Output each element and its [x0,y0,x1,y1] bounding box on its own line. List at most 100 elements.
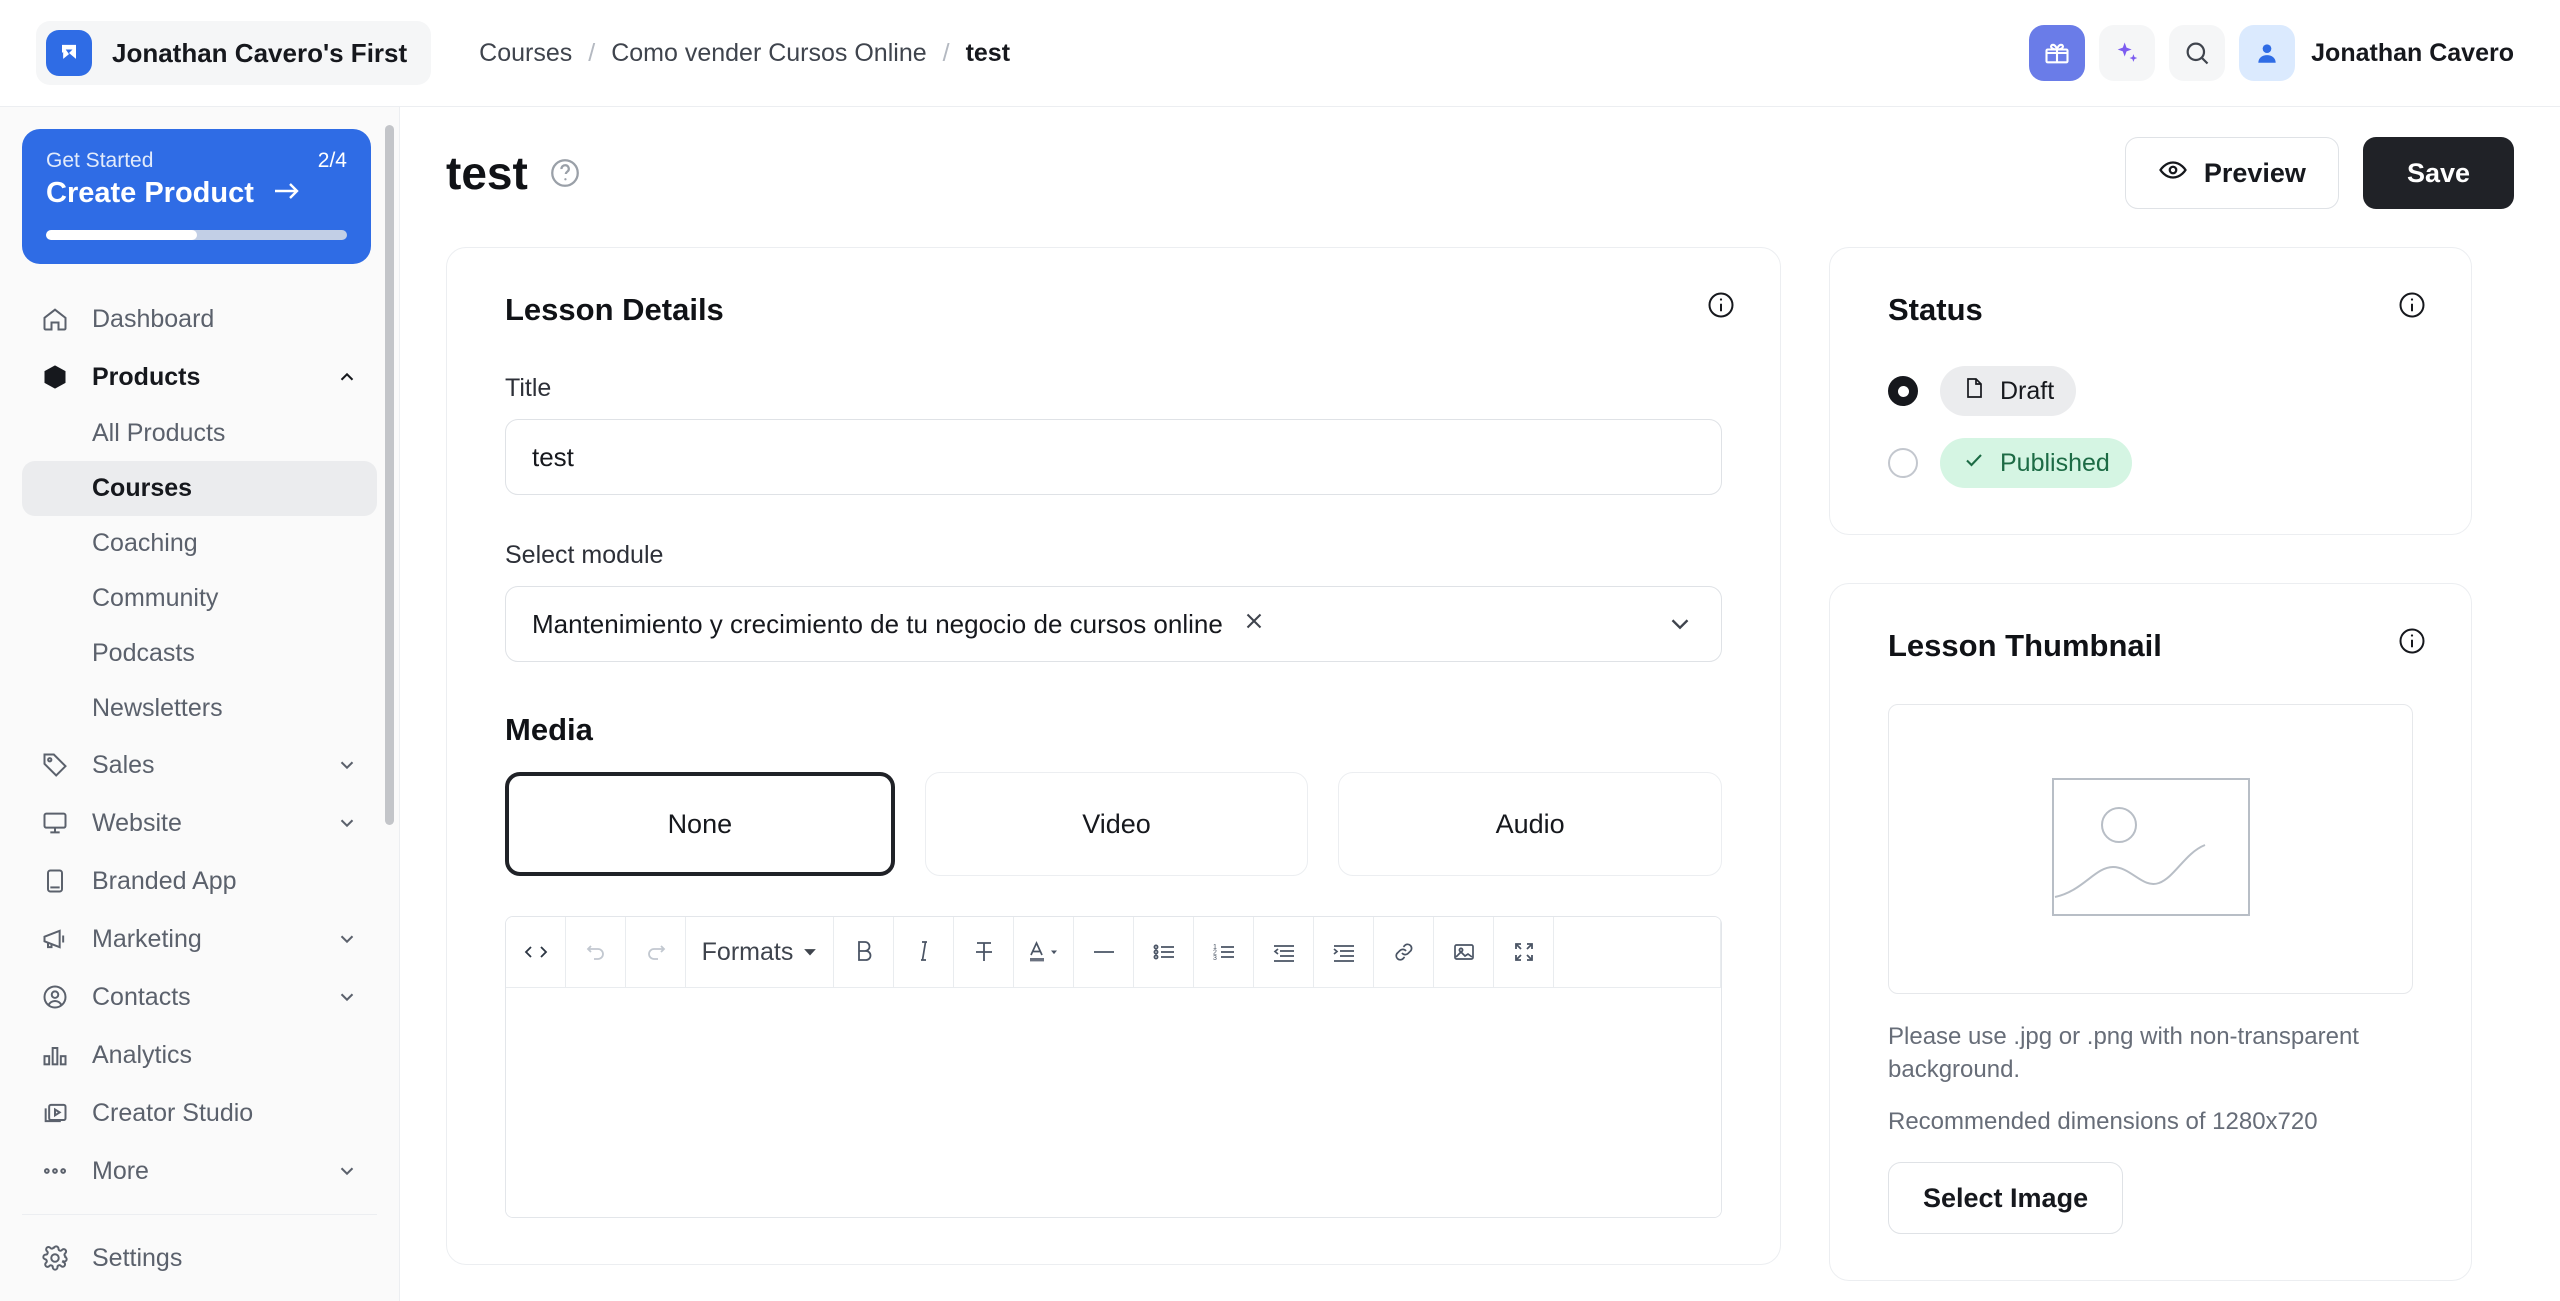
sidebar-divider [22,1214,377,1215]
sidebar-item-contacts[interactable]: Contacts [22,968,377,1026]
breadcrumb-item-current: test [965,38,1011,67]
sidebar-scrollbar[interactable] [385,125,394,1255]
sidebar-item-analytics[interactable]: Analytics [22,1026,377,1084]
italic-icon[interactable] [894,917,954,987]
sidebar-item-courses[interactable]: Courses [22,461,377,516]
sidebar-subitem-label: All Products [92,419,226,447]
bullet-list-icon[interactable] [1134,917,1194,987]
sidebar-scrollbar-thumb[interactable] [385,125,394,825]
radio-published[interactable] [1888,448,1918,478]
sidebar-item-label: Branded App [92,866,237,895]
user-circle-icon [40,982,70,1012]
preview-button[interactable]: Preview [2124,137,2339,209]
status-badge-draft: Draft [1940,366,2077,416]
redo-icon[interactable] [626,917,686,987]
thumbnail-dropzone[interactable] [1888,704,2413,994]
info-circle-icon[interactable] [2397,290,2427,320]
info-circle-icon[interactable] [1706,290,1736,320]
eye-icon [2158,155,2188,192]
module-select[interactable]: Mantenimiento y crecimiento de tu negoci… [505,586,1722,662]
editor-content-area[interactable] [506,987,1721,1217]
select-image-button[interactable]: Select Image [1888,1162,2124,1235]
chevron-down-icon [335,811,359,835]
radio-draft[interactable] [1888,376,1918,406]
undo-icon[interactable] [566,917,626,987]
sidebar-subitem-label: Podcasts [92,639,195,667]
select-image-label: Select Image [1923,1182,2089,1213]
media-option-video[interactable]: Video [924,772,1309,876]
formats-dropdown[interactable]: Formats [686,917,834,987]
link-icon[interactable] [1374,917,1434,987]
sidebar-item-products[interactable]: Products [22,348,377,406]
content-columns: Lesson Details Title test Select module … [446,247,2514,1282]
workspace-logo-icon [46,30,92,76]
user-menu[interactable]: Jonathan Cavero [2239,25,2524,81]
sidebar-item-newsletters[interactable]: Newsletters [22,681,377,736]
left-column: Lesson Details Title test Select module … [446,247,1781,1281]
status-option-draft[interactable]: Draft [1888,366,2413,416]
home-icon [40,304,70,334]
page-title: test [446,147,528,199]
sidebar-item-coaching[interactable]: Coaching [22,516,377,571]
media-option-label: Video [1082,808,1151,839]
sidebar-item-dashboard[interactable]: Dashboard [22,290,377,348]
bold-icon[interactable] [834,917,894,987]
title-input[interactable]: test [505,419,1722,495]
sidebar-item-all-products[interactable]: All Products [22,406,377,461]
sidebar-item-label: Creator Studio [92,1098,254,1127]
title-field-label: Title [505,374,552,402]
sidebar-item-more[interactable]: More [22,1142,377,1200]
sidebar-item-creator-studio[interactable]: Creator Studio [22,1084,377,1142]
video-library-icon [40,1098,70,1128]
question-circle-icon[interactable] [548,156,582,190]
chevron-down-icon [335,927,359,951]
chevron-down-icon [335,985,359,1009]
breadcrumb-separator: / [942,38,950,67]
workspace-switcher[interactable]: Jonathan Cavero's First [36,21,432,85]
source-code-icon[interactable] [506,917,566,987]
sidebar-item-settings[interactable]: Settings [22,1229,377,1287]
indent-icon[interactable] [1314,917,1374,987]
thumbnail-dimensions-text: Recommended dimensions of 1280x720 [1888,1108,2318,1136]
media-option-audio[interactable]: Audio [1338,772,1723,876]
search-icon[interactable] [2169,25,2226,81]
numbered-list-icon[interactable]: 1 2 3 [1194,917,1254,987]
save-button[interactable]: Save [2362,137,2514,209]
media-option-label: Audio [1495,808,1565,839]
sidebar-item-marketing[interactable]: Marketing [22,910,377,968]
image-icon[interactable] [1434,917,1494,987]
sidebar-subitem-label: Newsletters [92,694,223,722]
chevron-up-icon [335,365,359,389]
formats-dropdown-label: Formats [701,937,794,966]
get-started-card[interactable]: Get Started 2/4 Create Product [22,129,371,264]
strikethrough-icon[interactable] [954,917,1014,987]
sparkles-icon[interactable] [2099,25,2156,81]
info-circle-icon[interactable] [2397,626,2427,656]
gift-icon[interactable] [2029,25,2086,81]
lesson-thumbnail-card: Lesson Thumbnail Please use .jpg or .png… [1829,583,2472,1282]
sidebar-item-branded-app[interactable]: Branded App [22,852,377,910]
close-icon[interactable] [1241,608,1267,641]
sidebar-item-label: Products [92,362,201,391]
status-option-published[interactable]: Published [1888,438,2413,488]
thumbnail-help-text: Please use .jpg or .png with non-transpa… [1888,1023,2359,1084]
thumbnail-card-title: Lesson Thumbnail [1888,628,2162,663]
chevron-down-icon[interactable] [1665,609,1695,639]
outdent-icon[interactable] [1254,917,1314,987]
fullscreen-icon[interactable] [1494,917,1554,987]
sidebar-item-sales[interactable]: Sales [22,736,377,794]
right-column: Status Draft Published Lesson Thumbnail … [1829,247,2472,1282]
sidebar-item-podcasts[interactable]: Podcasts [22,626,377,681]
breadcrumb-item-course[interactable]: Como vender Cursos Online [611,39,926,68]
status-label: Published [2000,448,2110,477]
text-color-icon[interactable] [1014,917,1074,987]
avatar [2239,25,2296,81]
horizontal-rule-icon[interactable] [1074,917,1134,987]
media-option-none[interactable]: None [505,772,895,876]
sidebar-item-community[interactable]: Community [22,571,377,626]
breadcrumb-item-courses[interactable]: Courses [479,39,572,68]
sidebar-item-website[interactable]: Website [22,794,377,852]
save-button-label: Save [2406,157,2470,188]
sidebar-item-label: Marketing [92,924,202,953]
sidebar-item-label: Dashboard [92,304,215,333]
